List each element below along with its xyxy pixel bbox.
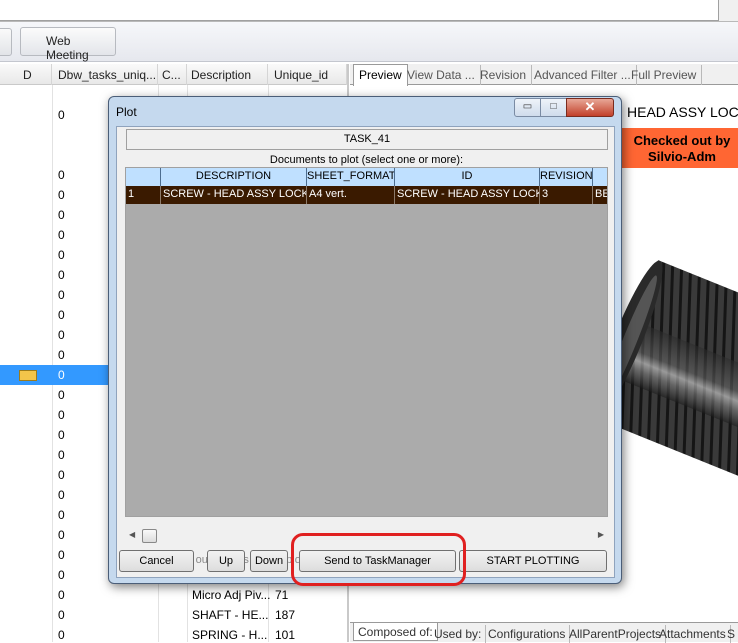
start-plotting-button[interactable]: START PLOTTING (459, 550, 607, 572)
grid-cell: 0 (58, 168, 65, 182)
grid-cell: 0 (58, 188, 65, 202)
tab-revision[interactable]: Revision (475, 65, 533, 85)
column-header-sheet-format[interactable]: SHEET_FORMAT (306, 168, 394, 186)
grid-cell-id: 187 (275, 608, 296, 622)
column-header-dbw-tasks[interactable]: Dbw_tasks_uniq... (52, 64, 158, 85)
grid-cell: 0 (58, 208, 65, 222)
column-header-revision[interactable]: REVISION (539, 168, 592, 186)
grid-cell: 0 (58, 608, 65, 622)
grid-cell: 0 (58, 508, 65, 522)
row-header-corner (126, 168, 160, 186)
tab-configurations[interactable]: Configurations (484, 625, 571, 643)
maximize-button[interactable]: □ (540, 98, 567, 117)
tab-attachments[interactable]: Attachments (655, 625, 731, 643)
dialog-title: Plot (116, 105, 137, 119)
web-meeting-button[interactable]: Web Meeting (20, 27, 116, 62)
column-header-c[interactable]: C... (158, 64, 187, 85)
cell-id: SCREW - HEAD ASSY LOCK (394, 186, 539, 204)
column-header-description[interactable]: Description (187, 64, 268, 85)
grid-cell: 0 (58, 468, 65, 482)
checked-out-badge: Checked out by Silvio-Adm (622, 128, 738, 168)
grid-cell: 0 (58, 408, 65, 422)
down-button[interactable]: Down (250, 550, 288, 572)
grid-cell: 0 (58, 288, 65, 302)
grid-cell: 0 (58, 388, 65, 402)
grid-cell-id: 71 (275, 588, 289, 602)
preview-tabs: Preview View Data ... Revision Advanced … (350, 64, 738, 86)
selected-table-row[interactable]: 0 (0, 365, 110, 385)
grid-header: D Dbw_tasks_uniq... C... Description Uni… (0, 64, 347, 85)
tab-preview[interactable]: Preview (353, 64, 408, 86)
close-button[interactable]: ✕ (566, 98, 614, 117)
grid-cell: 0 (58, 488, 65, 502)
grid-cell: 0 (58, 628, 65, 642)
highlight-annotation (291, 533, 466, 586)
top-strip (0, 0, 738, 22)
scroll-right-icon[interactable]: ▶ (598, 530, 604, 539)
cell-revision: 3 (539, 186, 592, 204)
relations-tabs: Composed of: Used by: Configurations All… (350, 622, 738, 643)
grid-cell-description: SPRING - H... (192, 628, 268, 642)
cell-extra: BE (592, 186, 607, 204)
minimize-button[interactable]: ▭ (514, 98, 541, 117)
documents-grid[interactable]: DESCRIPTION SHEET_FORMAT ID REVISION 1 S… (125, 167, 608, 517)
tab-advanced-filter[interactable]: Advanced Filter ... (529, 65, 637, 85)
scroll-left-icon[interactable]: ◀ (129, 530, 135, 539)
grid-cell: 0 (58, 528, 65, 542)
grid-cell: 0 (58, 348, 65, 362)
grid-cell: 0 (58, 308, 65, 322)
grid-cell: 0 (58, 328, 65, 342)
grid-cell: 0 (58, 568, 65, 582)
document-status-icon (19, 370, 37, 381)
column-header-d[interactable]: D (0, 64, 52, 85)
checked-out-line1: Checked out by (633, 133, 731, 148)
grid-cell: 0 (58, 108, 65, 122)
grid-cell: 0 (58, 548, 65, 562)
tab-full-preview[interactable]: Full Preview (626, 65, 703, 85)
grid-cell: 0 (58, 448, 65, 462)
grid-cell-description: Micro Adj Piv... (192, 588, 271, 602)
grid-cell: 0 (58, 248, 65, 262)
column-header-description[interactable]: DESCRIPTION (160, 168, 306, 186)
checked-out-user: Silvio-Adm (648, 149, 716, 164)
cell-sheet-format: A4 vert. (306, 186, 394, 204)
column-header-extra[interactable] (592, 168, 607, 186)
tab-composed-of[interactable]: Composed of: (353, 623, 438, 641)
grid-cell: 0 (58, 228, 65, 242)
grid-cell: 0 (58, 268, 65, 282)
tab-used-by[interactable]: Used by: (430, 625, 487, 643)
grid-cell-description: SHAFT - HE... (192, 608, 269, 622)
documents-label: Documents to plot (select one or more): (269, 154, 464, 166)
task-name-field: TASK_41 (126, 129, 608, 150)
scrollbar-thumb[interactable] (142, 529, 157, 543)
plot-dialog: Plot ▭ □ ✕ TASK_41 Documents to plot (se… (108, 96, 622, 584)
column-header-unique-id[interactable]: Unique_id (268, 64, 347, 85)
up-button[interactable]: Up (207, 550, 245, 572)
tab-all-parent-projects[interactable]: AllParentProjects (565, 625, 667, 643)
toolbar-left-button[interactable] (0, 28, 12, 56)
cancel-button[interactable]: Cancel (119, 550, 194, 572)
grid-cell: 0 (58, 368, 65, 382)
column-header-id[interactable]: ID (394, 168, 539, 186)
preview-part-title: HEAD ASSY LOC (627, 104, 738, 120)
toolbar: Web Meeting (0, 22, 738, 62)
cell-description: SCREW - HEAD ASSY LOCK (160, 186, 306, 204)
table-row[interactable]: 1 SCREW - HEAD ASSY LOCK A4 vert. SCREW … (126, 186, 607, 204)
documents-grid-header: DESCRIPTION SHEET_FORMAT ID REVISION (126, 168, 607, 186)
grid-cell: 0 (58, 428, 65, 442)
tab-more[interactable]: S (723, 625, 738, 643)
grid-cell-id: 101 (275, 628, 296, 642)
grid-cell: 0 (58, 588, 65, 602)
tab-view-data[interactable]: View Data ... (402, 65, 481, 85)
row-number: 1 (128, 188, 135, 200)
dialog-body: TASK_41 Documents to plot (select one or… (116, 126, 615, 578)
